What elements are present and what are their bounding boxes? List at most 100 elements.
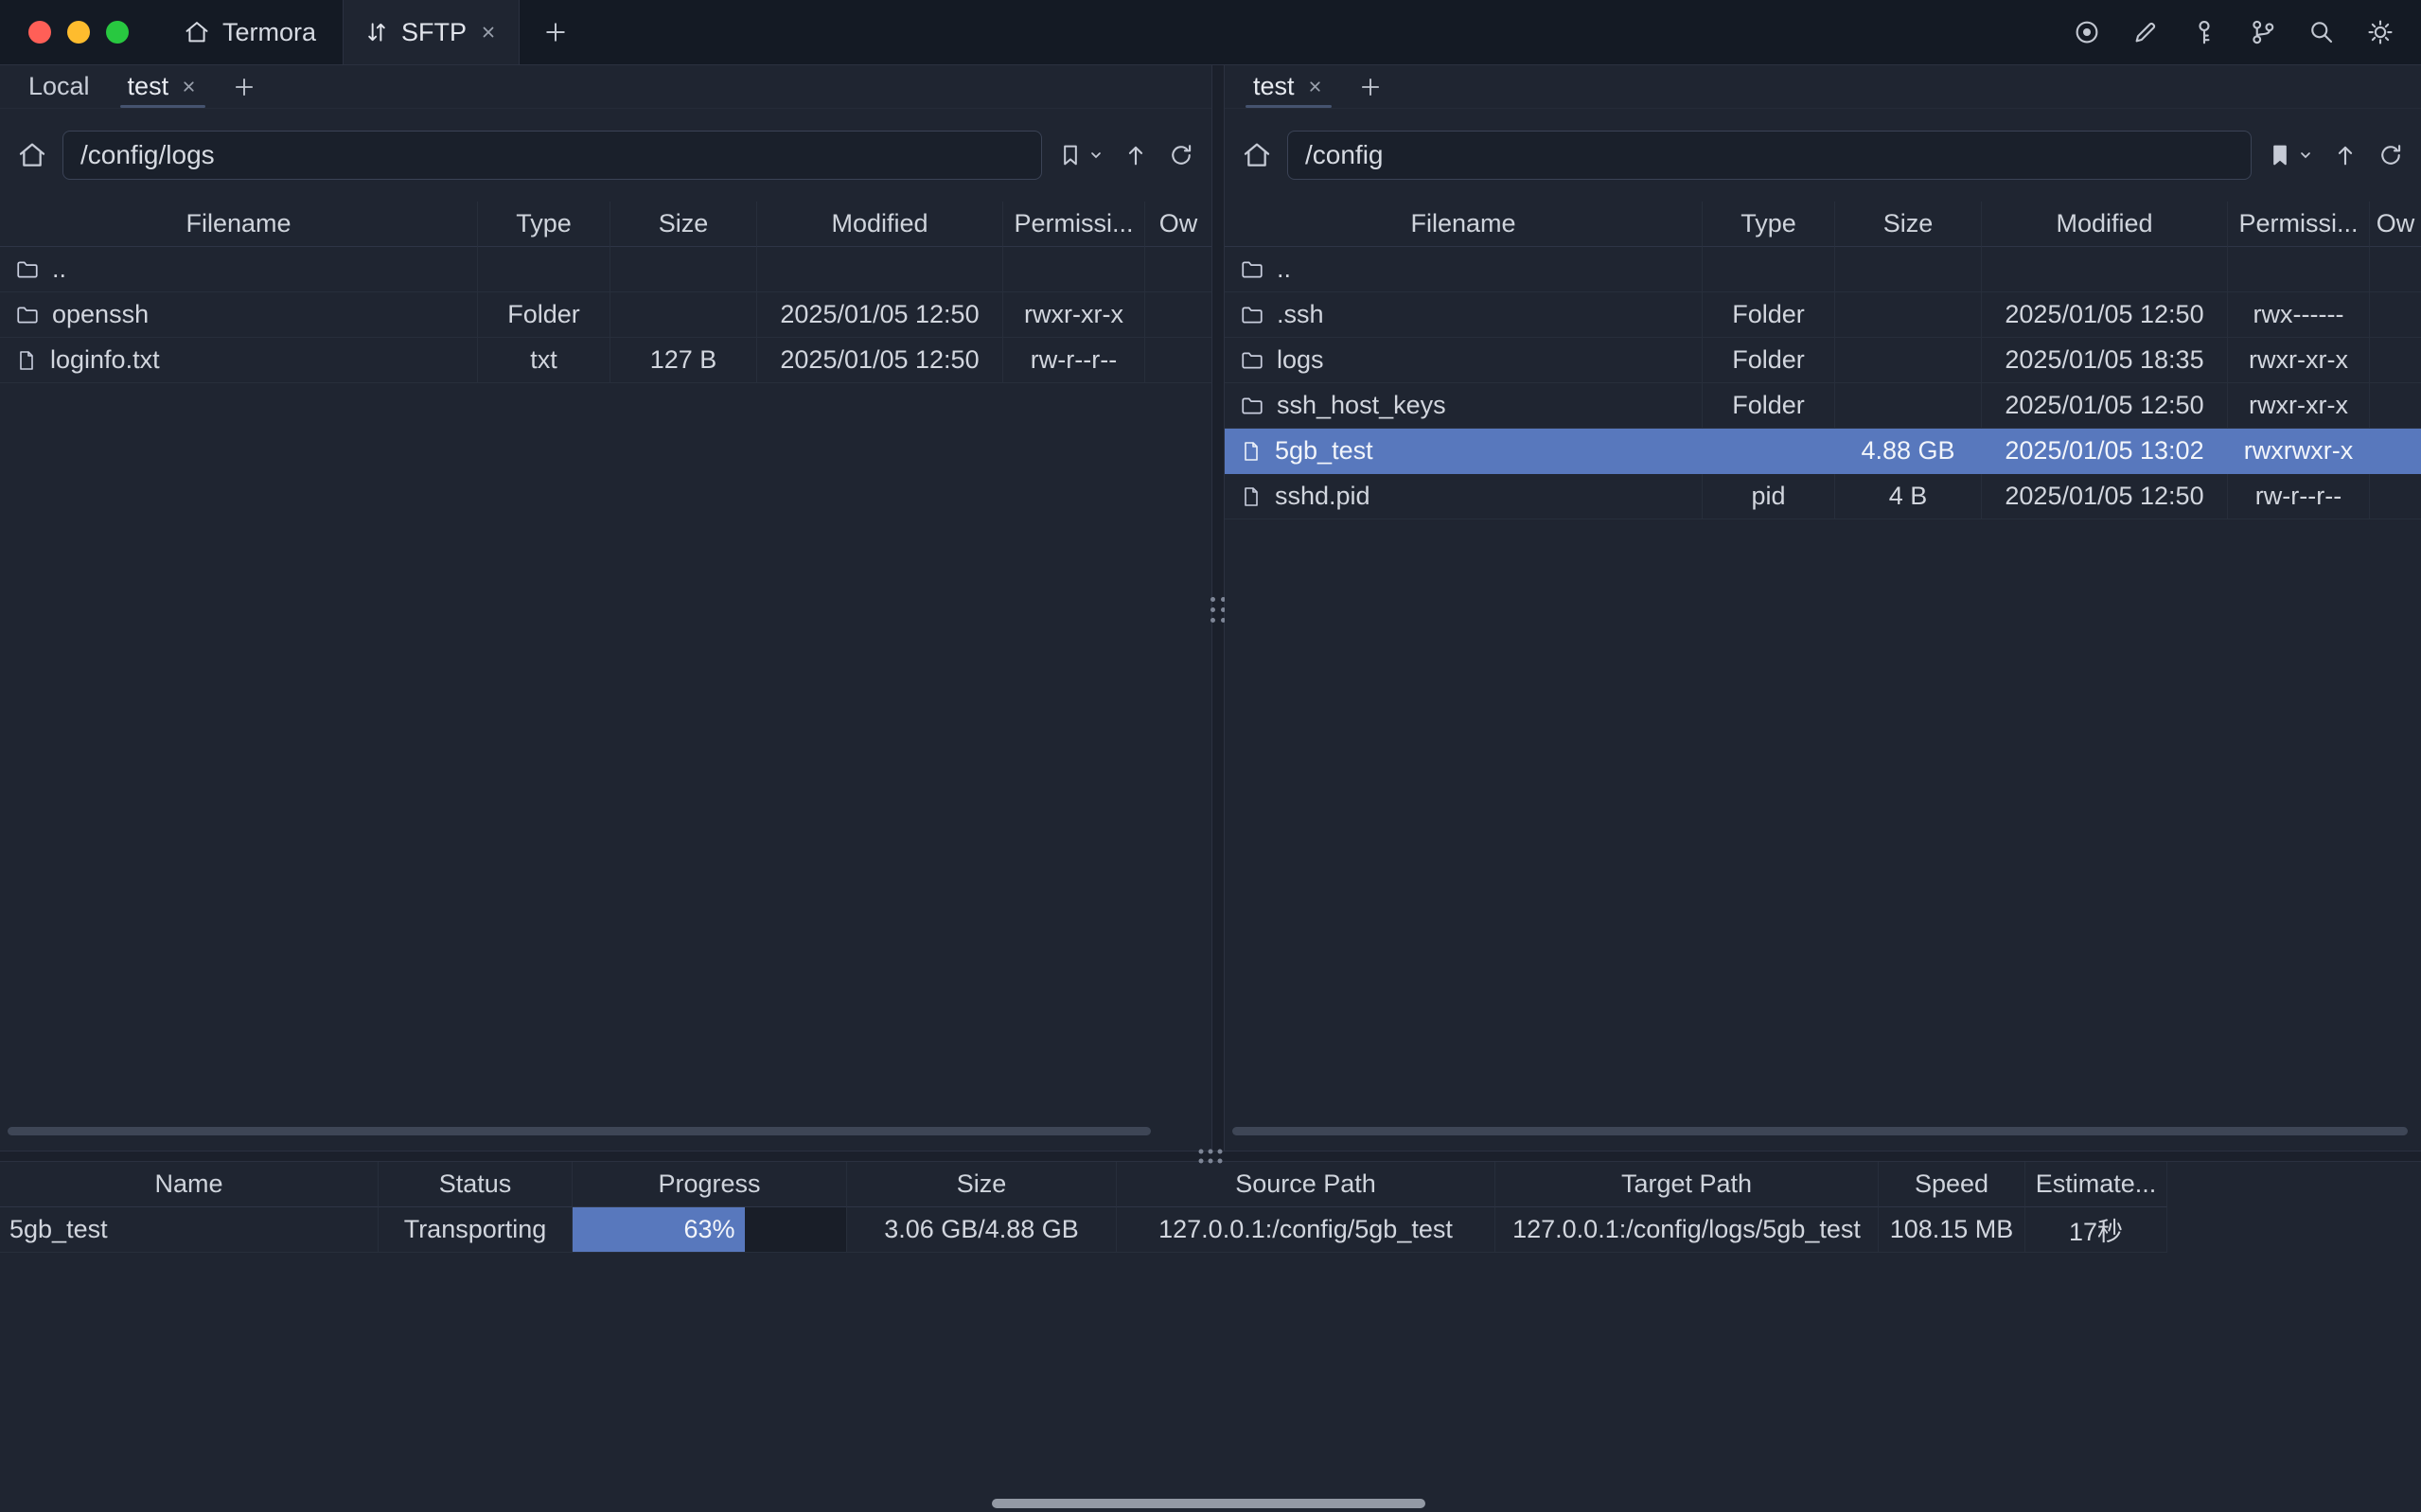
sftp-panes: Local test (0, 65, 2421, 1151)
bookmark-icon (1057, 142, 1084, 168)
local-pathbar (0, 109, 1211, 202)
transfer-size: 3.06 GB/4.88 GB (847, 1207, 1117, 1253)
tab-sftp[interactable]: SFTP (343, 0, 520, 64)
settings-icon[interactable] (2366, 18, 2394, 46)
zoom-window-button[interactable] (106, 21, 129, 44)
file-row-logs[interactable]: logs Folder 2025/01/05 18:35 rwxr-xr-x (1225, 338, 2421, 383)
pane-splitter[interactable] (1211, 65, 1225, 1151)
local-path-input[interactable] (62, 131, 1042, 180)
column-header-modified[interactable]: Modified (757, 202, 1003, 247)
refresh-icon (1168, 142, 1194, 168)
search-icon[interactable] (2307, 18, 2336, 46)
plus-icon (1358, 75, 1383, 99)
column-header-size[interactable]: Size (1835, 202, 1982, 247)
arrow-up-icon (2332, 142, 2359, 168)
folder-icon (15, 257, 40, 282)
file-row-loginfo[interactable]: loginfo.txt txt 127 B 2025/01/05 12:50 r… (0, 338, 1211, 383)
refresh-button[interactable] (2377, 142, 2404, 168)
close-icon[interactable] (479, 23, 498, 42)
horizontal-scrollbar-thumb[interactable] (1232, 1127, 2408, 1135)
file-size (610, 292, 757, 338)
file-modified: 2025/01/05 12:50 (1982, 383, 2228, 429)
local-pane-tabs: Local test (0, 65, 1211, 109)
minimize-window-button[interactable] (67, 21, 90, 44)
file-type: Folder (1703, 338, 1835, 383)
file-row-parent[interactable]: .. (1225, 247, 2421, 292)
column-header-size[interactable]: Size (847, 1162, 1117, 1207)
column-header-target-path[interactable]: Target Path (1495, 1162, 1879, 1207)
file-permissions: rw-r--r-- (2228, 474, 2370, 519)
local-table-header: Filename Type Size Modified Permissi... … (0, 202, 1211, 247)
transfer-progress-bar: 63% (573, 1207, 847, 1253)
column-header-type[interactable]: Type (1703, 202, 1835, 247)
refresh-button[interactable] (1168, 142, 1194, 168)
bookmark-button[interactable] (2267, 142, 2313, 168)
column-header-progress[interactable]: Progress (573, 1162, 847, 1207)
key-icon[interactable] (2190, 18, 2218, 46)
folder-icon (1240, 348, 1264, 373)
file-permissions: rwxr-xr-x (2228, 338, 2370, 383)
column-header-type[interactable]: Type (478, 202, 610, 247)
column-header-permissions[interactable]: Permissi... (1003, 202, 1145, 247)
file-row-parent[interactable]: .. (0, 247, 1211, 292)
window-scrollbar-thumb[interactable] (992, 1499, 1425, 1508)
record-icon[interactable] (2073, 18, 2101, 46)
transfer-row-5gb-test[interactable]: 5gb_test Transporting 63% 3.06 GB/4.88 G… (0, 1207, 2421, 1253)
column-header-source-path[interactable]: Source Path (1117, 1162, 1495, 1207)
new-tab-button[interactable] (520, 0, 592, 64)
column-header-status[interactable]: Status (379, 1162, 573, 1207)
chevron-down-icon (1088, 148, 1104, 163)
file-size: 4.88 GB (1835, 429, 1982, 474)
transfers-splitter[interactable] (0, 1151, 2421, 1162)
remote-path-input[interactable] (1287, 131, 2252, 180)
tab-termora[interactable]: Termora (157, 0, 343, 64)
file-type: Folder (1703, 292, 1835, 338)
tab-test-left-label: test (128, 72, 169, 101)
branch-icon[interactable] (2249, 18, 2277, 46)
remote-pathbar (1225, 109, 2421, 202)
file-row-5gb-test-selected[interactable]: 5gb_test 4.88 GB 2025/01/05 13:02 rwxrwx… (1225, 429, 2421, 474)
column-header-filename[interactable]: Filename (0, 202, 478, 247)
bookmark-button[interactable] (1057, 142, 1104, 168)
file-name: loginfo.txt (50, 345, 160, 375)
close-window-button[interactable] (28, 21, 51, 44)
column-header-size[interactable]: Size (610, 202, 757, 247)
edit-icon[interactable] (2131, 18, 2160, 46)
traffic-lights (0, 0, 157, 64)
bookmark-filled-icon (2267, 142, 2293, 168)
tab-sftp-label: SFTP (401, 18, 467, 47)
close-icon[interactable] (1306, 78, 1324, 96)
tab-test-right[interactable]: test (1236, 65, 1341, 108)
horizontal-scrollbar-thumb[interactable] (8, 1127, 1151, 1135)
file-row-sshd-pid[interactable]: sshd.pid pid 4 B 2025/01/05 12:50 rw-r--… (1225, 474, 2421, 519)
tab-local[interactable]: Local (11, 65, 107, 108)
parent-directory-button[interactable] (2332, 142, 2359, 168)
file-name: logs (1277, 345, 1324, 375)
column-header-owner[interactable]: Ow (1145, 202, 1211, 247)
parent-directory-button[interactable] (1122, 142, 1149, 168)
tab-test-left[interactable]: test (111, 65, 216, 108)
file-row-openssh[interactable]: openssh Folder 2025/01/05 12:50 rwxr-xr-… (0, 292, 1211, 338)
home-icon[interactable] (1242, 140, 1272, 170)
add-pane-tab-button[interactable] (219, 65, 270, 108)
column-header-filename[interactable]: Filename (1225, 202, 1703, 247)
add-pane-tab-button[interactable] (1345, 65, 1396, 108)
file-name: .ssh (1277, 300, 1324, 329)
column-header-speed[interactable]: Speed (1879, 1162, 2025, 1207)
file-row-ssh-host-keys[interactable]: ssh_host_keys Folder 2025/01/05 12:50 rw… (1225, 383, 2421, 429)
folder-icon (15, 303, 40, 327)
file-row-ssh[interactable]: .ssh Folder 2025/01/05 12:50 rwx------ (1225, 292, 2421, 338)
file-type: Folder (478, 292, 610, 338)
folder-icon (1240, 257, 1264, 282)
close-icon[interactable] (180, 78, 198, 96)
column-header-owner[interactable]: Ow (2370, 202, 2421, 247)
column-header-permissions[interactable]: Permissi... (2228, 202, 2370, 247)
column-header-modified[interactable]: Modified (1982, 202, 2228, 247)
column-header-estimate[interactable]: Estimate... (2025, 1162, 2167, 1207)
refresh-icon (2377, 142, 2404, 168)
file-permissions: rw-r--r-- (1003, 338, 1145, 383)
file-modified (1982, 247, 2228, 292)
home-icon[interactable] (17, 140, 47, 170)
column-header-name[interactable]: Name (0, 1162, 379, 1207)
file-name: 5gb_test (1275, 436, 1373, 466)
